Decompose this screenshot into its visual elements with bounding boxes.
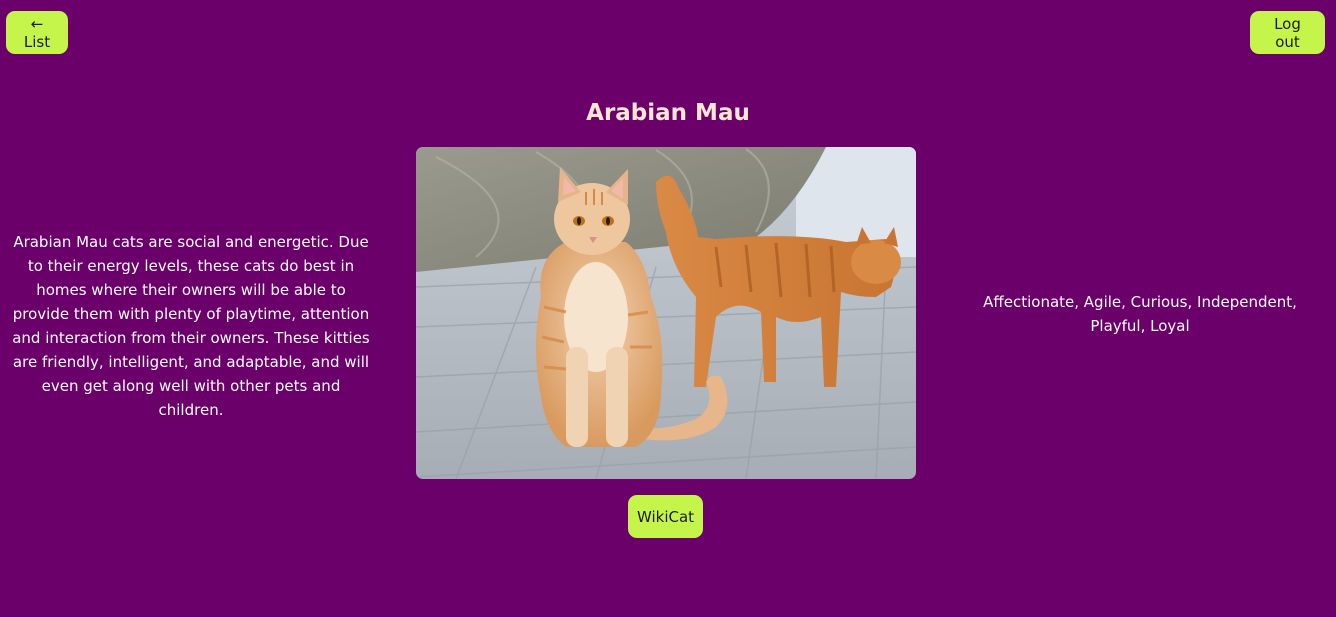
breed-temperament: Affectionate, Agile, Curious, Independen… (983, 293, 1297, 335)
breed-description: Arabian Mau cats are social and energeti… (12, 233, 370, 419)
back-to-list-button[interactable]: ← List (6, 11, 68, 54)
breed-photo (416, 147, 916, 479)
breed-title: Arabian Mau (586, 100, 750, 126)
wikicat-button[interactable]: WikiCat (628, 495, 703, 538)
logout-button[interactable]: Log out (1250, 11, 1325, 54)
